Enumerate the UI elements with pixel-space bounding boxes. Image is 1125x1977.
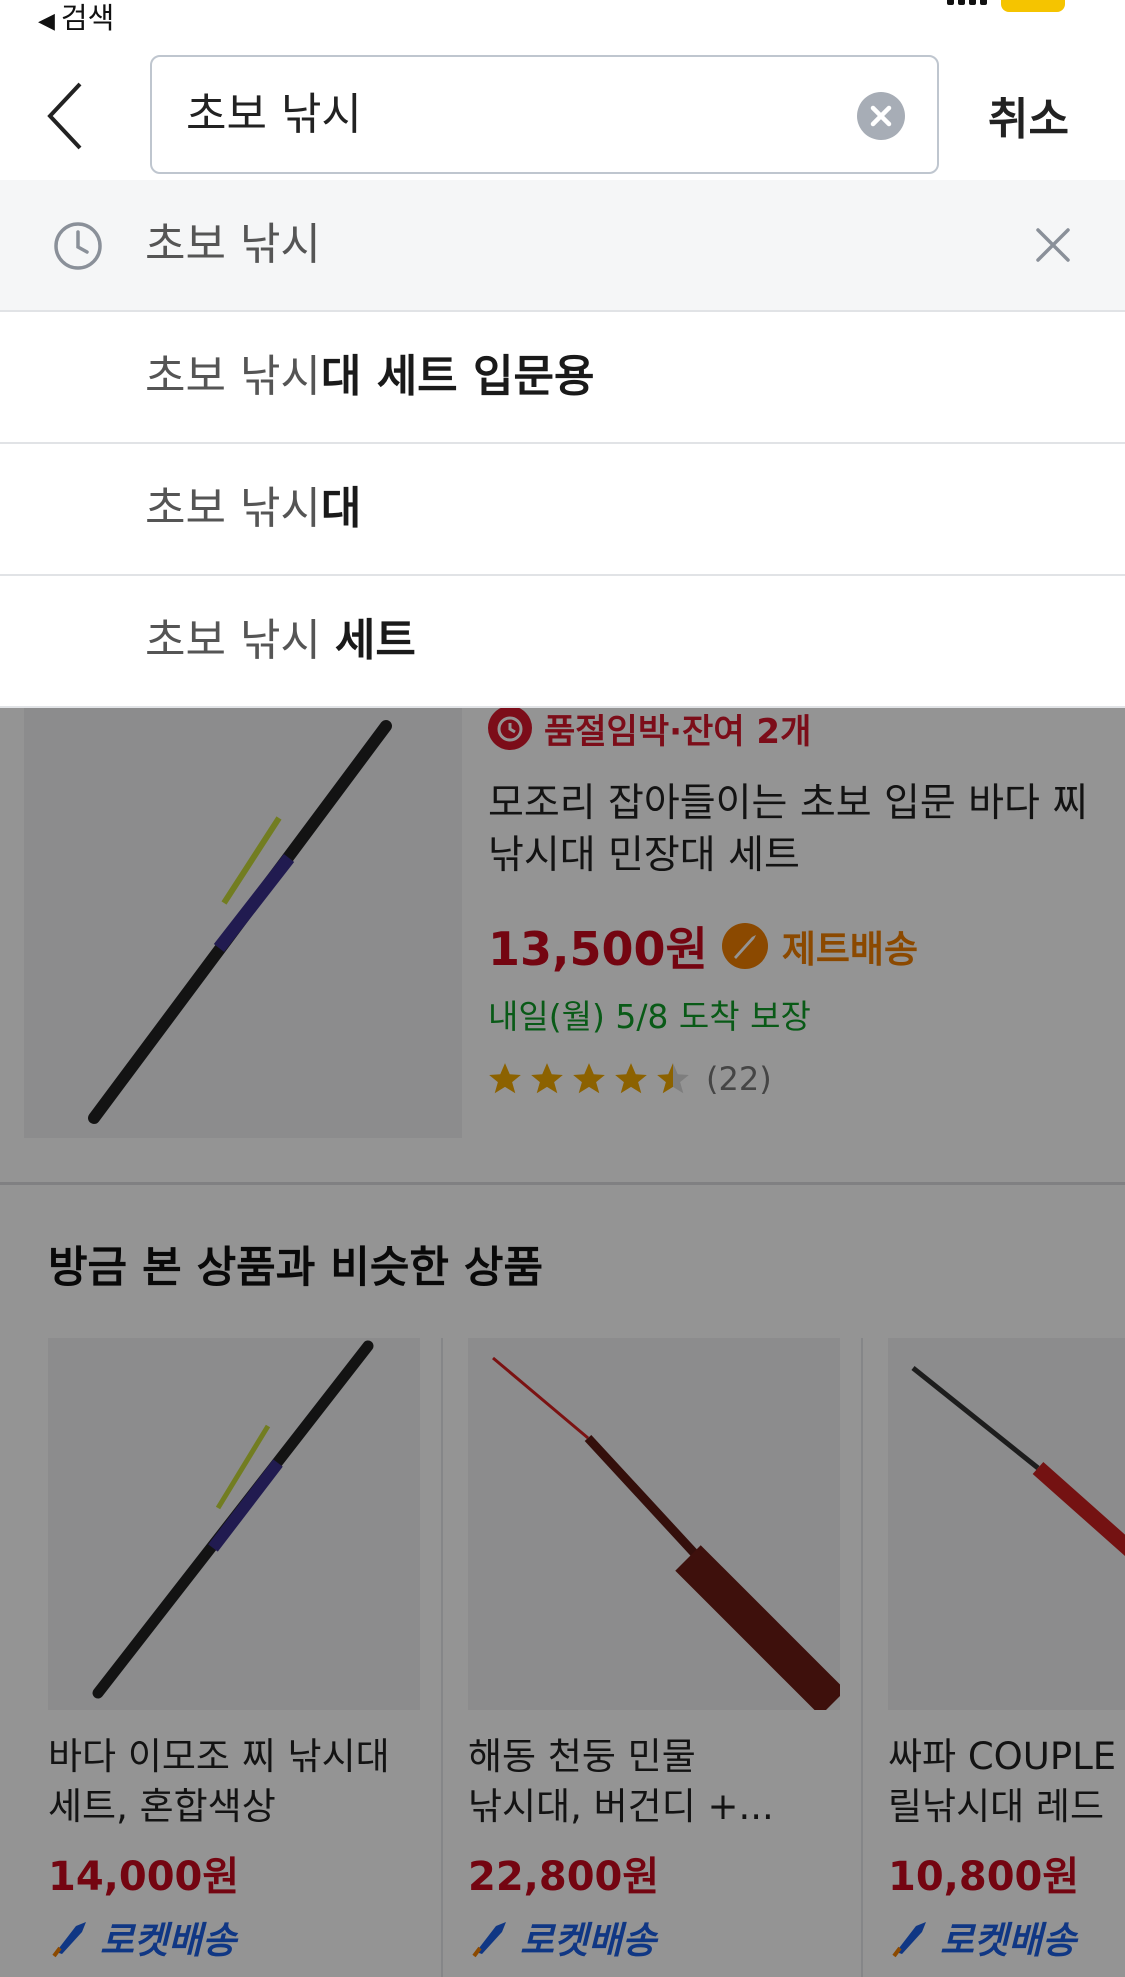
back-button[interactable]	[40, 78, 100, 154]
rocket-delivery-badge: 로켓배송	[48, 1910, 420, 1964]
star-full-icon	[573, 1063, 605, 1094]
product-card[interactable]: 싸파 COUPLE 릴낚시대 레드 10,800원 로켓배송	[888, 1338, 1125, 1964]
card-divider	[861, 1338, 863, 1977]
search-query-text: 초보 낚시	[186, 89, 362, 140]
cancel-button[interactable]: 취소	[988, 90, 1069, 150]
product-price-row: 13,500원 제트배송	[488, 913, 918, 979]
rocket-icon	[472, 1922, 506, 1958]
star-half-icon	[657, 1063, 689, 1094]
product-card-price: 14,000원	[48, 1854, 240, 1900]
suggestion-item[interactable]: 초보 낚시 세트	[0, 576, 1125, 708]
signal-icon	[947, 0, 987, 5]
status-indicators	[947, 0, 1065, 12]
jet-delivery-label: 제트배송	[781, 928, 919, 971]
rocket-delivery-badge: 로켓배송	[888, 1910, 1125, 1964]
star-full-icon	[531, 1063, 563, 1094]
jet-delivery-icon	[721, 923, 768, 969]
product-card-title: 싸파 COUPLE 릴낚시대 레드	[888, 1735, 1117, 1828]
rating-stars: (22)	[486, 1060, 772, 1098]
similar-products-carousel[interactable]: 바다 이모조 찌 낚시대 세트, 혼합색상 14,000원 로켓배송 해동 천둥 …	[0, 1338, 1125, 1977]
chevron-left-icon	[47, 82, 82, 150]
suggestion-text: 초보 낚시 세트	[145, 615, 416, 666]
clock-icon	[54, 222, 102, 270]
recent-search-text: 초보 낚시	[145, 219, 321, 270]
stock-warning-text: 품절임박·잔여 2개	[544, 711, 812, 752]
suggestion-text: 초보 낚시대 세트 입문용	[145, 351, 595, 402]
product-card-title: 바다 이모조 찌 낚시대 세트, 혼합색상	[48, 1735, 390, 1828]
product-image[interactable]	[24, 708, 462, 1138]
close-icon	[870, 105, 892, 127]
search-header: 초보 낚시 취소	[0, 40, 1125, 180]
search-suggestions: 초보 낚시 초보 낚시대 세트 입문용 초보 낚시대 초보 낚시 세트	[0, 180, 1125, 708]
product-title[interactable]: 모조리 잡아들이는 초보 입문 바다 찌 낚시대 민장대 세트	[488, 778, 1108, 882]
product-card-title: 해동 천둥 민물 낚시대, 버건디 +...	[468, 1735, 774, 1828]
product-price: 13,500원	[488, 922, 708, 976]
product-card-image	[888, 1338, 1125, 1710]
rocket-icon	[52, 1922, 86, 1958]
fishing-rod-image	[88, 720, 392, 1124]
product-card[interactable]: 해동 천둥 민물 낚시대, 버건디 +... 22,800원 로켓배송	[468, 1338, 846, 1964]
product-card-price: 22,800원	[468, 1854, 660, 1900]
product-card-price: 10,800원	[888, 1854, 1080, 1900]
review-count: (22)	[706, 1060, 772, 1098]
suggestion-item[interactable]: 초보 낚시대 세트 입문용	[0, 312, 1125, 444]
back-to-app-link[interactable]: ◀ 검색	[38, 0, 114, 40]
product-card-image	[48, 1338, 420, 1710]
battery-icon	[1001, 0, 1065, 12]
suggestion-item[interactable]: 초보 낚시대	[0, 444, 1125, 576]
status-bar: ◀ 검색	[0, 0, 1125, 40]
search-input[interactable]: 초보 낚시	[150, 55, 939, 174]
product-card[interactable]: 바다 이모조 찌 낚시대 세트, 혼합색상 14,000원 로켓배송	[48, 1338, 420, 1964]
product-card-image	[468, 1338, 846, 1716]
rocket-icon	[892, 1922, 926, 1958]
back-app-label: 검색	[60, 1, 115, 35]
rocket-delivery-badge: 로켓배송	[468, 1910, 840, 1964]
alarm-clock-icon	[488, 706, 532, 750]
card-divider	[441, 1338, 443, 1977]
product-page-background: 품절임박·잔여 2개 모조리 잡아들이는 초보 입문 바다 찌 낚시대 민장대 …	[0, 706, 1125, 1977]
section-divider	[0, 1182, 1125, 1185]
suggestion-text: 초보 낚시대	[145, 483, 362, 534]
clear-search-button[interactable]	[857, 92, 905, 140]
stock-warning: 품절임박·잔여 2개	[488, 706, 811, 752]
delivery-guarantee: 내일(월) 5/8 도착 보장	[488, 997, 811, 1036]
star-full-icon	[489, 1063, 521, 1094]
star-full-icon	[615, 1063, 647, 1094]
similar-products-title: 방금 본 상품과 비슷한 상품	[48, 1243, 544, 1293]
recent-search-item[interactable]: 초보 낚시	[0, 180, 1125, 312]
back-triangle-icon: ◀	[38, 9, 55, 34]
delete-recent-icon[interactable]	[1030, 222, 1076, 268]
